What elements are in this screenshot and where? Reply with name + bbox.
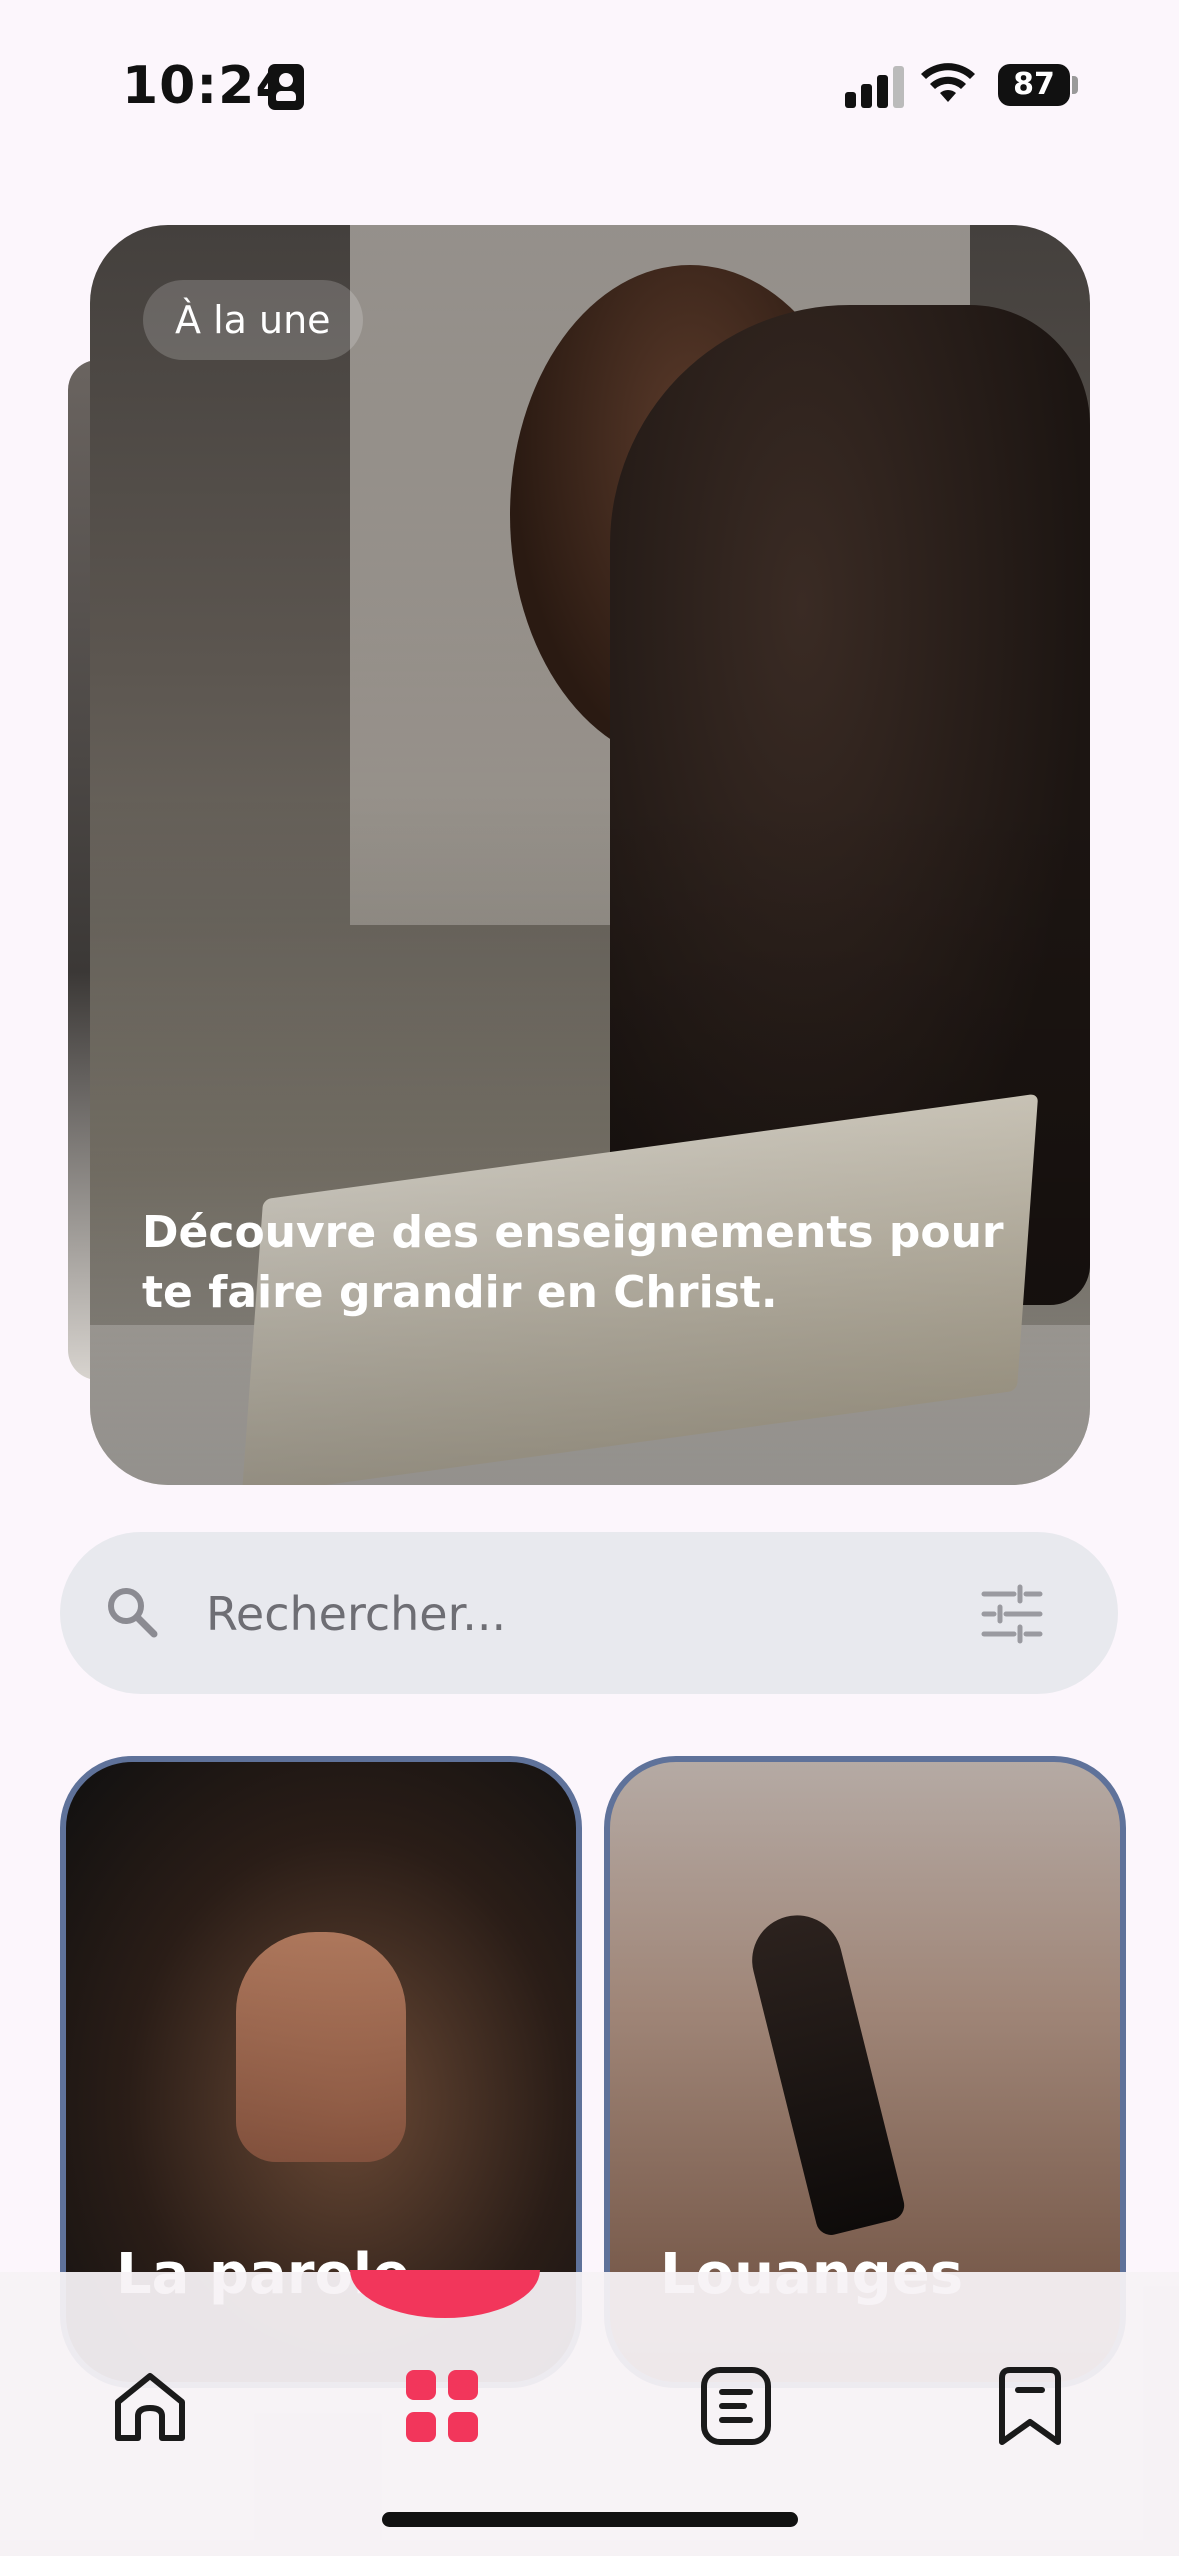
category-photo-praying-hands [236, 1932, 406, 2162]
grid-icon[interactable] [400, 2364, 484, 2448]
status-bar: 10:24 87 [0, 0, 1179, 170]
search-icon [108, 1588, 158, 1638]
document-icon[interactable] [694, 2364, 778, 2448]
search-bar[interactable] [60, 1532, 1118, 1694]
contact-card-icon [268, 64, 304, 110]
bookmark-icon[interactable] [988, 2364, 1072, 2448]
cellular-signal-icon [845, 66, 905, 108]
search-input[interactable] [204, 1576, 908, 1652]
featured-card[interactable]: À la une Découvre des enseignements pour… [90, 225, 1090, 1485]
home-icon[interactable] [108, 2364, 192, 2448]
featured-badge: À la une [143, 280, 363, 360]
filter-icon[interactable] [980, 1584, 1044, 1644]
status-time: 10:24 [122, 56, 293, 116]
battery-tip [1072, 76, 1078, 94]
category-photo-raised-hand [742, 1905, 908, 2239]
featured-caption: Découvre des enseignements pour te faire… [142, 1207, 1004, 1318]
battery-indicator: 87 [998, 64, 1070, 106]
home-indicator[interactable] [382, 2512, 798, 2527]
wifi-icon [921, 63, 975, 102]
